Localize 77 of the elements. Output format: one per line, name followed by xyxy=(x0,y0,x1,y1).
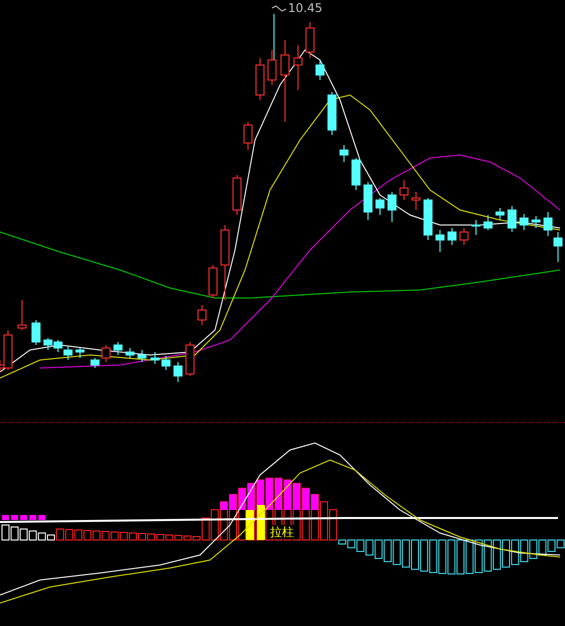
candlestick xyxy=(76,348,84,358)
candlestick xyxy=(198,304,206,326)
histogram-bar xyxy=(65,529,74,540)
candlestick xyxy=(484,214,492,230)
candlestick xyxy=(364,182,372,220)
candlestick xyxy=(400,180,408,200)
candlestick xyxy=(340,144,348,162)
histogram-bar xyxy=(466,540,474,574)
candlestick xyxy=(294,44,302,90)
candlestick xyxy=(436,230,444,252)
histogram-bar xyxy=(484,540,492,572)
candlestick xyxy=(44,338,52,350)
candlestick xyxy=(150,352,160,364)
candlestick xyxy=(32,320,40,346)
candlestick xyxy=(424,198,432,240)
histogram-bar xyxy=(420,540,428,572)
candlestick xyxy=(508,206,516,232)
histogram-bar xyxy=(492,540,501,570)
candlestick xyxy=(64,346,72,360)
candlestick xyxy=(102,344,110,362)
histogram-bar xyxy=(529,540,538,559)
histogram-bar xyxy=(83,530,92,540)
histogram-bar xyxy=(2,515,9,520)
candlestick xyxy=(114,342,122,356)
histogram-bar xyxy=(520,540,528,562)
histogram-bar xyxy=(556,540,565,548)
candlestick xyxy=(186,342,194,376)
histogram-bar xyxy=(384,540,392,562)
candlestick xyxy=(352,158,360,190)
histogram-bar xyxy=(74,530,82,540)
candlestick xyxy=(162,356,170,370)
candlestick xyxy=(256,58,264,100)
histogram-bar xyxy=(438,540,446,574)
histogram-bar xyxy=(538,540,546,556)
histogram-bar xyxy=(474,540,483,574)
candlestick xyxy=(208,264,218,298)
histogram-bar xyxy=(20,515,28,520)
candlestick xyxy=(232,174,242,216)
candlestick xyxy=(268,50,276,86)
candlestick xyxy=(412,192,420,210)
histogram-bar xyxy=(11,515,18,520)
candlestick xyxy=(126,348,134,358)
candlestick xyxy=(90,358,100,368)
histogram-bar xyxy=(402,540,410,568)
candlestick xyxy=(554,232,562,262)
candlestick xyxy=(244,122,252,150)
candlestick xyxy=(54,340,62,352)
candlestick xyxy=(174,362,182,382)
histogram-bar xyxy=(511,540,520,566)
histogram-bar xyxy=(102,531,110,540)
histogram-bar xyxy=(110,532,119,540)
histogram-bar xyxy=(120,532,128,540)
indicator-label: 拉柱 xyxy=(268,525,296,539)
candlestick xyxy=(520,214,528,230)
peak-marker-icon xyxy=(272,5,286,12)
candlestick xyxy=(472,220,480,236)
candlestick xyxy=(376,198,384,216)
peak-price-label: 10.45 xyxy=(288,1,322,15)
candlestick xyxy=(328,92,336,136)
candlestick xyxy=(138,350,146,362)
histogram-bar xyxy=(29,515,36,520)
histogram-bar xyxy=(392,540,401,566)
candlestick xyxy=(460,228,468,246)
histogram-bar xyxy=(356,540,364,552)
candlestick xyxy=(532,216,540,228)
histogram-bar xyxy=(447,540,456,574)
candlestick xyxy=(388,192,396,222)
histogram-bar xyxy=(38,515,46,520)
candlestick xyxy=(496,208,504,220)
histogram-bar xyxy=(429,540,438,574)
candlestick xyxy=(544,212,552,236)
candlestick xyxy=(448,228,456,246)
histogram-bar xyxy=(28,530,37,540)
candlestick xyxy=(18,300,26,330)
histogram-bar xyxy=(374,540,383,559)
histogram-bar xyxy=(20,528,28,540)
histogram-bar xyxy=(10,526,19,540)
